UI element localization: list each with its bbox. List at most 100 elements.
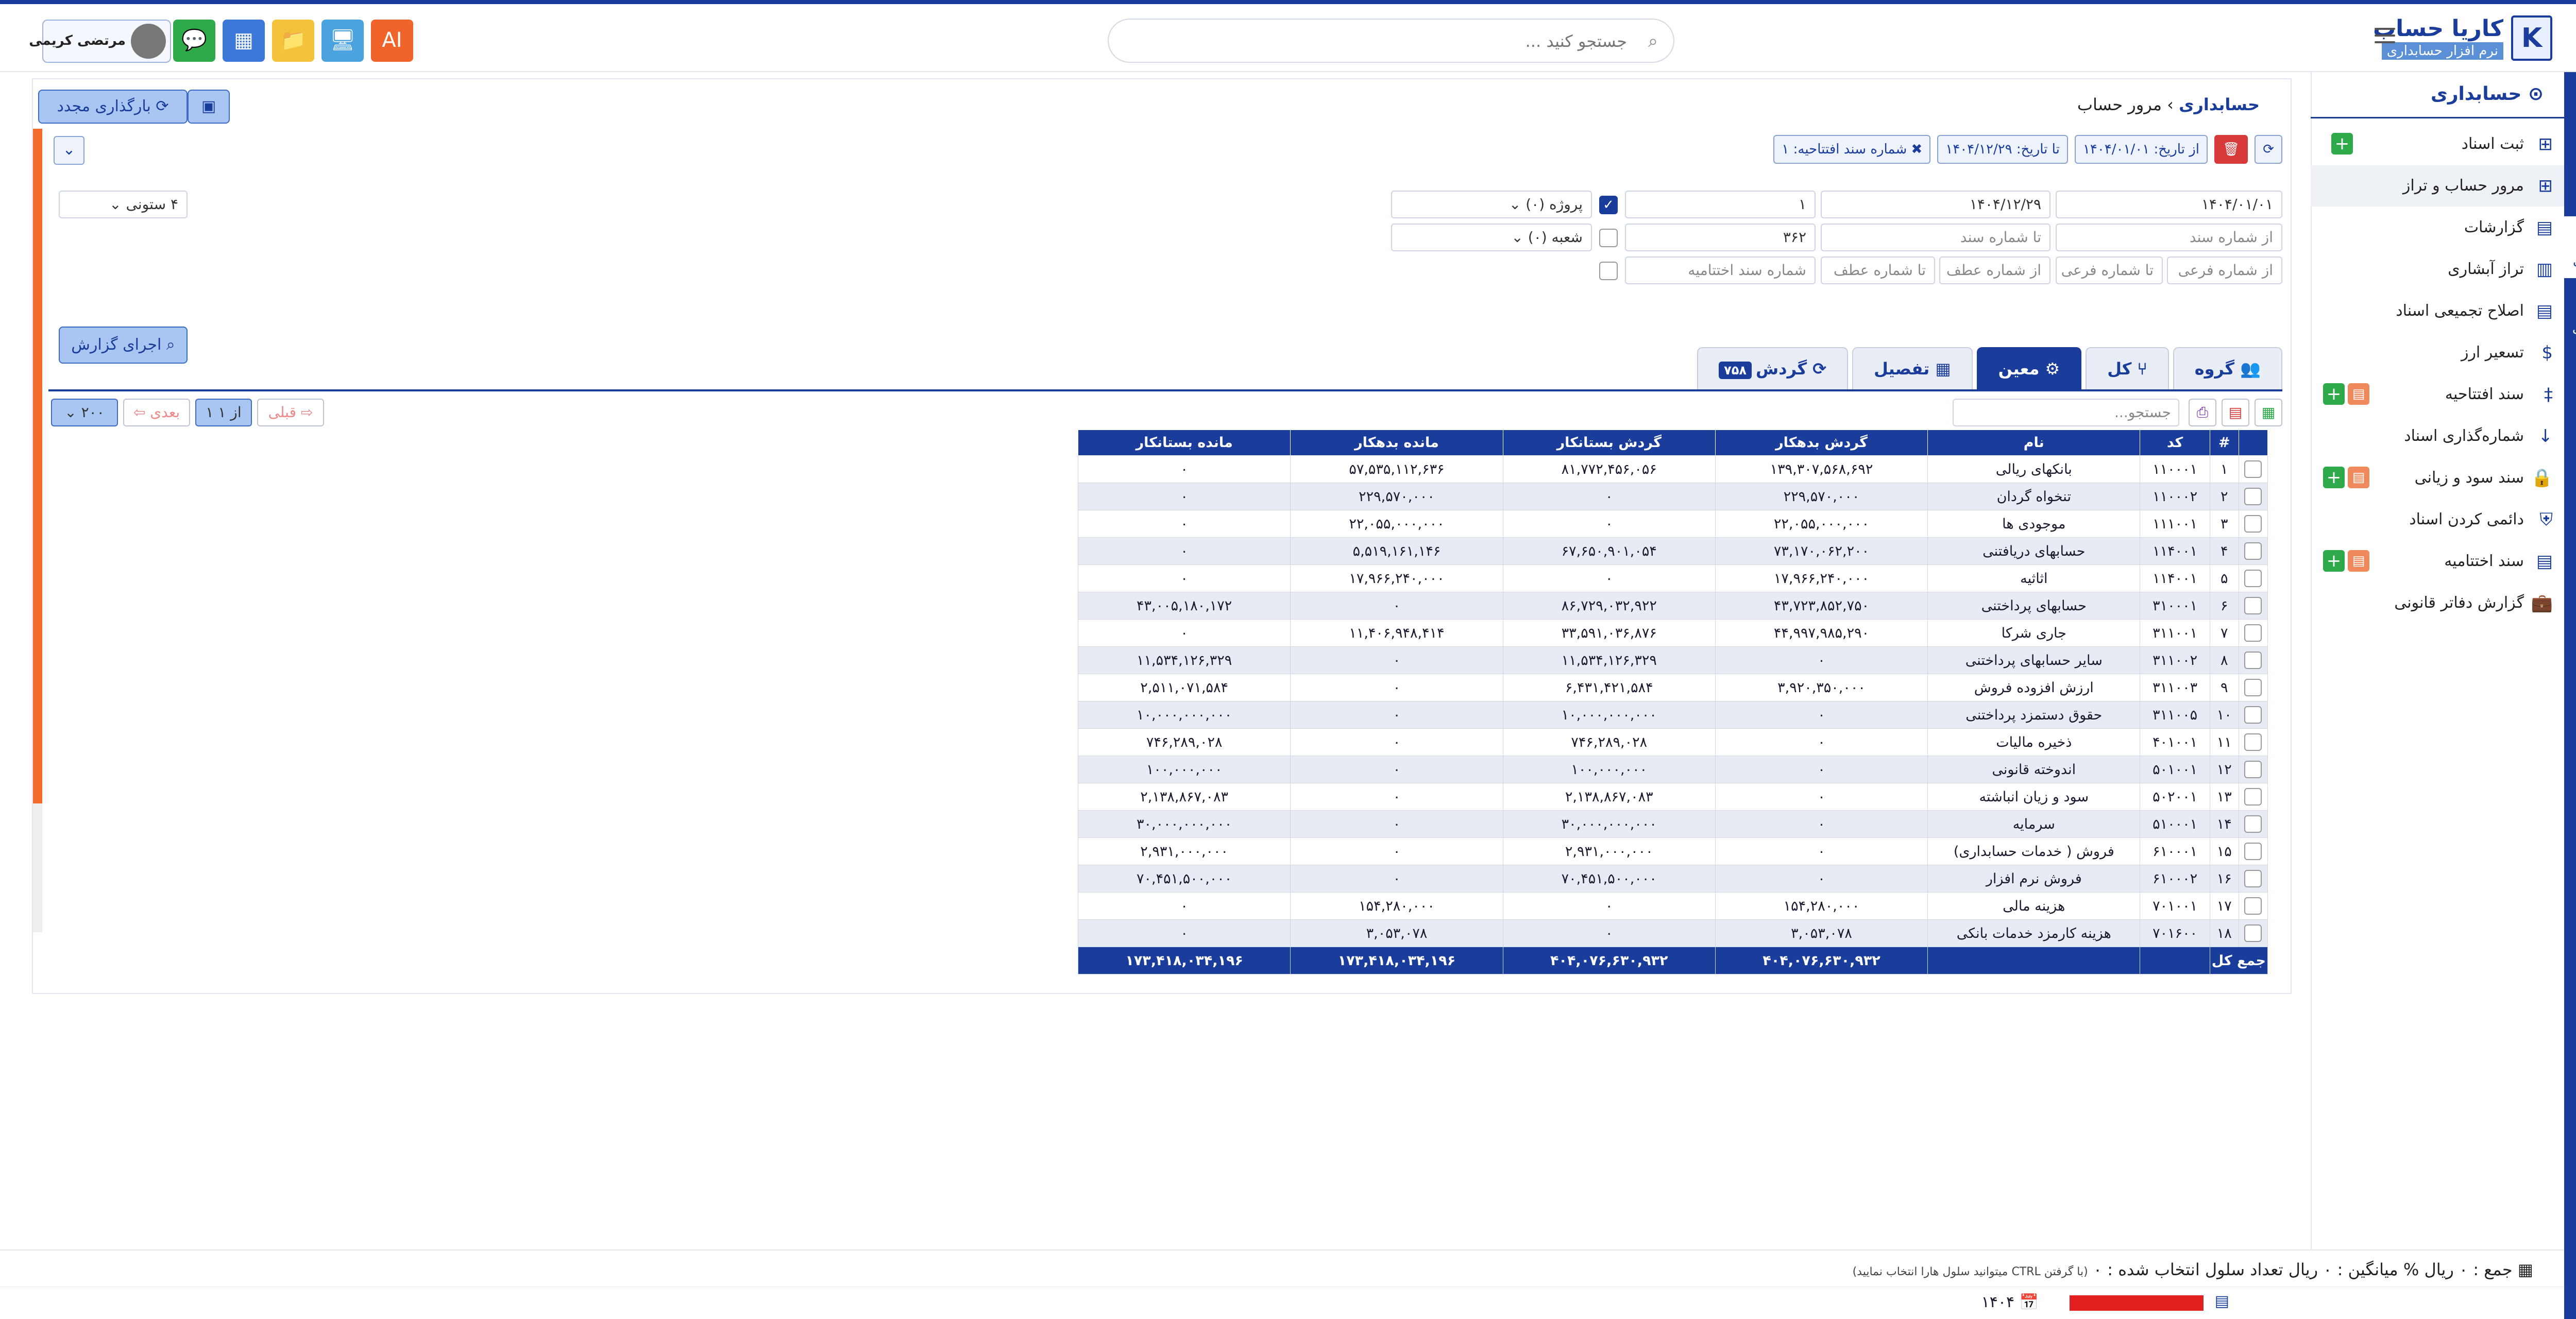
row-checkbox[interactable] <box>2244 706 2262 724</box>
row-select[interactable] <box>2238 783 2268 811</box>
row-select[interactable] <box>2238 510 2268 538</box>
sidebar-item[interactable]: ▤ گزارشات <box>2311 207 2564 248</box>
table-cell[interactable]: ۳۱۰۰۰۱ <box>2140 592 2210 620</box>
row-select[interactable] <box>2238 728 2268 756</box>
tab[interactable]: ▦ تفصیل <box>1852 347 1973 389</box>
table-cell[interactable]: ۱۰,۰۰۰,۰۰۰,۰۰۰ <box>1502 701 1716 729</box>
table-row[interactable]: ۱۵ ۶۱۰۰۰۱ فروش ( خدمات حسابداری) ۰ ۲,۹۳۱,۰۰۰… <box>1077 837 2268 865</box>
to-ref-input[interactable]: تا شماره عطف <box>1821 256 1935 284</box>
row-select[interactable] <box>2238 756 2268 783</box>
table-cell[interactable]: ۱۱,۵۳۴,۱۲۶,۳۲۹ <box>1077 646 1291 674</box>
run-report-button[interactable]: ⌕ اجرای گزارش <box>59 327 188 364</box>
rail-plans[interactable]: 🛒 پلن ها <box>2564 551 2576 613</box>
table-cell[interactable]: ۷۳,۱۷۰,۰۶۲,۲۰۰ <box>1715 537 1928 565</box>
table-cell[interactable]: ۰ <box>1715 810 1928 838</box>
table-cell[interactable]: ۳۱۱۰۰۲ <box>2140 646 2210 674</box>
table-row[interactable]: ۹ ۳۱۱۰۰۳ ارزش افزوده فروش ۳,۹۲۰,۳۵۰,۰۰۰ ۶,۴۳… <box>1077 674 2268 701</box>
breadcrumb-root[interactable]: حسابداری <box>2179 95 2260 114</box>
table-cell[interactable]: ۲۲۹,۵۷۰,۰۰۰ <box>1715 483 1928 510</box>
table-cell[interactable]: ۱۰۰,۰۰۰,۰۰۰ <box>1502 756 1716 783</box>
tab[interactable]: ⟳ گردش۷۵۸ <box>1697 347 1849 389</box>
sidebar-item[interactable]: ⊞ مرور حساب و تراز <box>2311 165 2564 207</box>
table-cell[interactable]: ۸۱,۷۷۲,۴۵۶,۰۵۶ <box>1502 455 1716 483</box>
table-cell[interactable]: ۴ <box>2209 537 2239 565</box>
sidebar-item[interactable]: ▤ سند اختتامیه ▤ + <box>2311 541 2564 582</box>
table-row[interactable]: ۳ ۱۱۱۰۰۱ موجودی ها ۲۲,۰۵۵,۰۰۰,۰۰۰ ۰ ۲۲,۰۵۵,۰۰… <box>1077 510 2268 538</box>
doc-icon[interactable]: ▤ <box>2348 383 2369 405</box>
table-cell[interactable]: ۱۱,۵۳۴,۱۲۶,۳۲۹ <box>1502 646 1716 674</box>
table-cell[interactable]: ۸۶,۷۲۹,۰۳۲,۹۲۲ <box>1502 592 1716 620</box>
table-cell[interactable]: هزینه کارمزد خدمات بانکی <box>1927 919 2141 947</box>
delete-chip[interactable]: 🗑 <box>2214 135 2248 164</box>
table-cell[interactable]: ۷۰,۴۵۱,۵۰۰,۰۰۰ <box>1077 865 1291 893</box>
tab[interactable]: 👥 گروه <box>2173 347 2282 389</box>
sidebar-item[interactable]: ▤ اصلاح تجمیعی اسناد <box>2311 290 2564 332</box>
table-cell[interactable]: اثاثیه <box>1927 564 2141 592</box>
table-cell[interactable]: ۱۲ <box>2209 756 2239 783</box>
table-cell[interactable]: ۱۵۴,۲۸۰,۰۰۰ <box>1715 892 1928 920</box>
next-page-button[interactable]: ⇦ بعدی <box>123 399 190 426</box>
from-ref-input[interactable]: از شماره عطف <box>1939 256 2050 284</box>
monitor-button[interactable]: 🖥 <box>321 20 364 62</box>
prev-page-button[interactable]: قبلی ⇨ <box>257 399 324 426</box>
table-cell[interactable]: ۲۲,۰۵۵,۰۰۰,۰۰۰ <box>1715 510 1928 538</box>
table-cell[interactable]: ۰ <box>1290 756 1503 783</box>
add-icon[interactable]: + <box>2323 383 2345 405</box>
doc-icon[interactable]: ▤ <box>2348 467 2369 488</box>
table-cell[interactable]: ۲۲۹,۵۷۰,۰۰۰ <box>1290 483 1503 510</box>
table-row[interactable]: ۱۳ ۵۰۲۰۰۱ سود و زیان انباشته ۰ ۲,۱۳۸,۸۶۷,۰۸۳… <box>1077 783 2268 811</box>
table-cell[interactable]: ۱۸ <box>2209 919 2239 947</box>
table-row[interactable]: ۱۷ ۷۰۱۰۰۱ هزینه مالی ۱۵۴,۲۸۰,۰۰۰ ۰ ۱۵۴,۲۸۰,۰۰… <box>1077 892 2268 920</box>
row-checkbox[interactable] <box>2244 597 2262 614</box>
table-cell[interactable]: ۱۰,۰۰۰,۰۰۰,۰۰۰ <box>1077 701 1291 729</box>
table-cell[interactable]: ۳۳,۵۹۱,۰۳۶,۸۷۶ <box>1502 619 1716 647</box>
column-header[interactable]: گردش بدهکار <box>1715 430 1928 456</box>
table-cell[interactable]: ۱۵ <box>2209 837 2239 865</box>
doc-filter-checkbox[interactable]: ✓ <box>1599 196 1618 214</box>
table-cell[interactable]: ۱۷,۹۶۶,۲۴۰,۰۰۰ <box>1290 564 1503 592</box>
table-cell[interactable]: ۱۳۹,۳۰۷,۵۶۸,۶۹۲ <box>1715 455 1928 483</box>
table-cell[interactable]: تنخواه گردان <box>1927 483 2141 510</box>
sidebar-item[interactable]: ⊞ ثبت اسناد + <box>2311 124 2564 165</box>
table-cell[interactable]: ۱۳ <box>2209 783 2239 811</box>
table-cell[interactable]: ۱۱۰۰۰۱ <box>2140 455 2210 483</box>
to-date-input[interactable]: ۱۴۰۴/۱۲/۲۹ <box>1821 191 2050 218</box>
rail-accounting[interactable]: ▦ حسابداری <box>2564 216 2576 278</box>
chip-to-date[interactable]: تا تاریخ: ۱۴۰۴/۱۲/۲۹ <box>1937 135 2068 164</box>
doc-icon[interactable]: ▤ <box>2348 550 2369 572</box>
global-search-input[interactable] <box>1163 28 1627 55</box>
table-cell[interactable]: ۷۰,۴۵۱,۵۰۰,۰۰۰ <box>1502 865 1716 893</box>
table-cell[interactable]: ۱۰ <box>2209 701 2239 729</box>
table-cell[interactable]: ذخیره مالیات <box>1927 728 2141 756</box>
table-cell[interactable]: ۷ <box>2209 619 2239 647</box>
status-menu-icon[interactable]: ▤ <box>2215 1292 2229 1310</box>
table-cell[interactable]: ۵۷,۵۳۵,۱۱۲,۶۳۶ <box>1290 455 1503 483</box>
sidebar-item[interactable]: ‡ سند افتتاحیه ▤ + <box>2311 374 2564 415</box>
page-size-select[interactable]: ⌄ ۲۰۰ <box>51 399 118 426</box>
table-cell[interactable]: ۲,۱۳۸,۸۶۷,۰۸۳ <box>1077 783 1291 811</box>
table-cell[interactable]: جاری شرکا <box>1927 619 2141 647</box>
table-cell[interactable]: ۱۱۰۰۰۲ <box>2140 483 2210 510</box>
table-row[interactable]: ۱۴ ۵۱۰۰۰۱ سرمایه ۰ ۳۰,۰۰۰,۰۰۰,۰۰۰ ۰ ۳۰,۰۰۰,۰۰۰… <box>1077 810 2268 838</box>
row-select[interactable] <box>2238 865 2268 893</box>
table-cell[interactable]: ۰ <box>1502 919 1716 947</box>
table-cell[interactable]: ۰ <box>1290 837 1503 865</box>
to-doc-input[interactable]: تا شماره سند <box>1821 224 2050 251</box>
table-cell[interactable]: ۰ <box>1077 455 1291 483</box>
table-row[interactable]: ۲ ۱۱۰۰۰۲ تنخواه گردان ۲۲۹,۵۷۰,۰۰۰ ۰ ۲۲۹,۵۷۰,۰… <box>1077 483 2268 510</box>
table-cell[interactable]: ۴۳,۰۰۵,۱۸۰,۱۷۲ <box>1077 592 1291 620</box>
row-checkbox[interactable] <box>2244 924 2262 942</box>
branch-select[interactable]: شعبه (۰) ⌄ <box>1391 224 1592 251</box>
table-cell[interactable]: ۲,۵۱۱,۰۷۱,۵۸۴ <box>1077 674 1291 701</box>
from-date-input[interactable]: ۱۴۰۴/۰۱/۰۱ <box>2056 191 2282 218</box>
table-cell[interactable]: ۵ <box>2209 564 2239 592</box>
table-row[interactable]: ۴ ۱۱۴۰۰۱ حسابهای دریافتنی ۷۳,۱۷۰,۰۶۲,۲۰۰ ۶۷,… <box>1077 537 2268 565</box>
rail-treasury[interactable]: 🏛 خزانه‌داری <box>2564 283 2576 345</box>
row-select[interactable] <box>2238 837 2268 865</box>
rail-sales[interactable]: 💳 فروش <box>2564 350 2576 412</box>
row-select[interactable] <box>2238 919 2268 947</box>
row-select[interactable] <box>2238 701 2268 729</box>
tab[interactable]: ⑂ کل <box>2086 347 2169 389</box>
table-cell[interactable]: ۳,۰۵۳,۰۷۸ <box>1715 919 1928 947</box>
to-sub-input[interactable]: تا شماره فرعی <box>2056 256 2163 284</box>
